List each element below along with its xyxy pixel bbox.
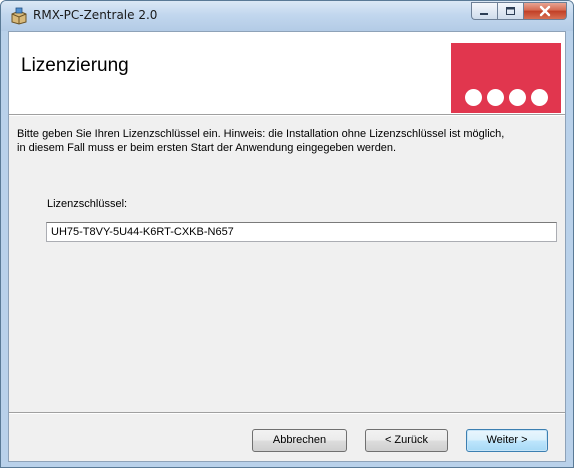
minimize-button[interactable] xyxy=(471,2,497,20)
dialog-client-area: Lizenzierung Bitte geben Sie Ihren Lizen… xyxy=(8,31,566,462)
cancel-button[interactable]: Abbrechen xyxy=(252,429,347,452)
company-logo xyxy=(451,43,561,113)
license-key-input[interactable] xyxy=(46,222,557,242)
window-title: RMX-PC-Zentrale 2.0 xyxy=(33,8,158,22)
logo-dot xyxy=(465,89,482,106)
installer-window: RMX-PC-Zentrale 2.0 Lizenzierung Bitte g… xyxy=(0,0,574,468)
minimize-icon xyxy=(480,13,488,15)
close-icon xyxy=(539,5,551,17)
installer-box-icon xyxy=(11,7,27,25)
logo-dot xyxy=(531,89,548,106)
license-key-label: Lizenzschlüssel: xyxy=(47,198,128,210)
logo-dot xyxy=(487,89,504,106)
footer-divider xyxy=(9,412,565,414)
maximize-icon xyxy=(506,7,515,15)
maximize-button[interactable] xyxy=(497,2,523,20)
banner-divider xyxy=(9,115,565,116)
next-button[interactable]: Weiter > xyxy=(466,429,548,452)
header-banner: Lizenzierung xyxy=(9,32,565,115)
back-button[interactable]: < Zurück xyxy=(365,429,448,452)
logo-dot xyxy=(509,89,526,106)
title-bar[interactable]: RMX-PC-Zentrale 2.0 xyxy=(1,1,573,31)
page-title: Lizenzierung xyxy=(21,55,129,76)
info-text: Bitte geben Sie Ihren Lizenzschlüssel ei… xyxy=(17,128,505,154)
close-button[interactable] xyxy=(523,2,567,20)
caption-buttons xyxy=(471,2,567,21)
